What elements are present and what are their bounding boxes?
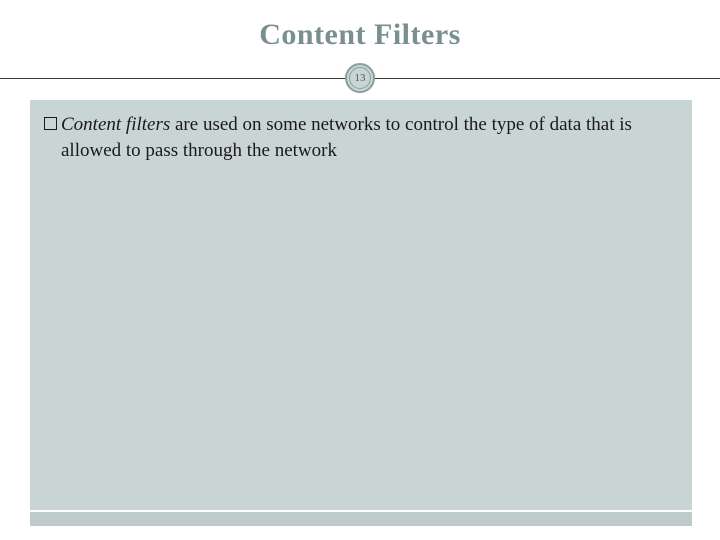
page-number: 13 (349, 67, 371, 89)
term-text: Content filters (61, 114, 170, 135)
divider: 13 (0, 58, 720, 98)
slide-title: Content Filters (0, 18, 720, 52)
body-text: Content filters are used on some network… (61, 112, 674, 163)
bullet-item: Content filters are used on some network… (44, 112, 674, 163)
content-body: Content filters are used on some network… (30, 100, 692, 510)
slide: Content Filters 13 Content filters are u… (0, 0, 720, 540)
square-bullet-icon (44, 117, 57, 130)
page-number-badge: 13 (345, 63, 375, 93)
header: Content Filters (0, 0, 720, 52)
footer-bar (30, 512, 692, 526)
